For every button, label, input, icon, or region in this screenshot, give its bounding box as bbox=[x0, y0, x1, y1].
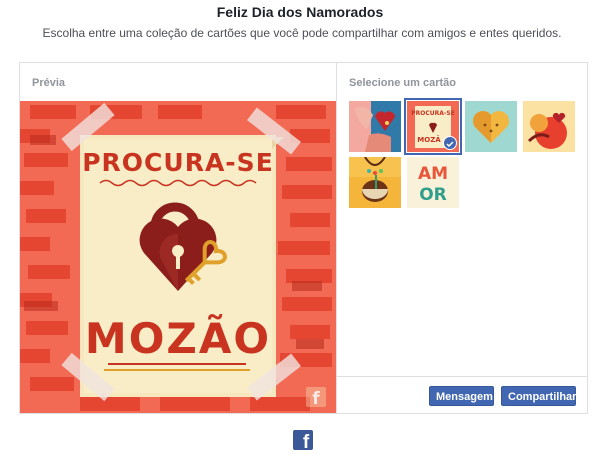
thumbnail-bottom-text: MOZÃ bbox=[417, 135, 441, 144]
card-thumbnail-procura-se[interactable]: PROCURA-SE MOZÃ bbox=[404, 98, 462, 155]
page-title: Feliz Dia dos Namorados bbox=[216, 4, 384, 20]
thumbnail-amor-line2: OR bbox=[419, 185, 447, 205]
share-button[interactable]: Compartilhar bbox=[501, 386, 576, 406]
card-thumbnail-hug[interactable] bbox=[523, 101, 575, 152]
facebook-icon[interactable]: f bbox=[293, 430, 313, 450]
selected-check-icon bbox=[443, 136, 457, 150]
preview-label: Prévia bbox=[32, 77, 66, 89]
selector-column: Selecione um cartão PROCURA-SE MOZÃ AM O… bbox=[336, 63, 588, 413]
card-thumbnail-coconut[interactable] bbox=[349, 156, 401, 208]
card-chooser-panel: Prévia PROCURA-SE MOZÃO f Selecione um c… bbox=[19, 62, 588, 414]
card-preview: PROCURA-SE MOZÃO f bbox=[20, 101, 336, 413]
page-subtitle: Escolha entre uma coleção de cartões que… bbox=[42, 26, 562, 40]
facebook-watermark-icon: f bbox=[312, 389, 320, 409]
card-thumbnail-amor[interactable]: AM OR bbox=[407, 157, 459, 208]
card-top-text: PROCURA-SE bbox=[82, 148, 274, 177]
action-bar: Mensagem Compartilhar bbox=[337, 376, 588, 413]
facebook-glyph: f bbox=[302, 432, 310, 450]
card-bottom-text: MOZÃO bbox=[85, 313, 271, 363]
card-thumbnail-hands-heart[interactable] bbox=[349, 101, 401, 152]
selector-label: Selecione um cartão bbox=[349, 77, 456, 89]
message-button[interactable]: Mensagem bbox=[429, 386, 494, 406]
preview-column: Prévia PROCURA-SE MOZÃO f bbox=[20, 63, 336, 413]
card-thumbnail-golden-heart[interactable] bbox=[465, 101, 517, 152]
card-preview-image: PROCURA-SE MOZÃO f bbox=[20, 101, 336, 413]
thumbnail-amor-line1: AM bbox=[418, 164, 448, 184]
thumbnail-top-text: PROCURA-SE bbox=[411, 110, 455, 117]
